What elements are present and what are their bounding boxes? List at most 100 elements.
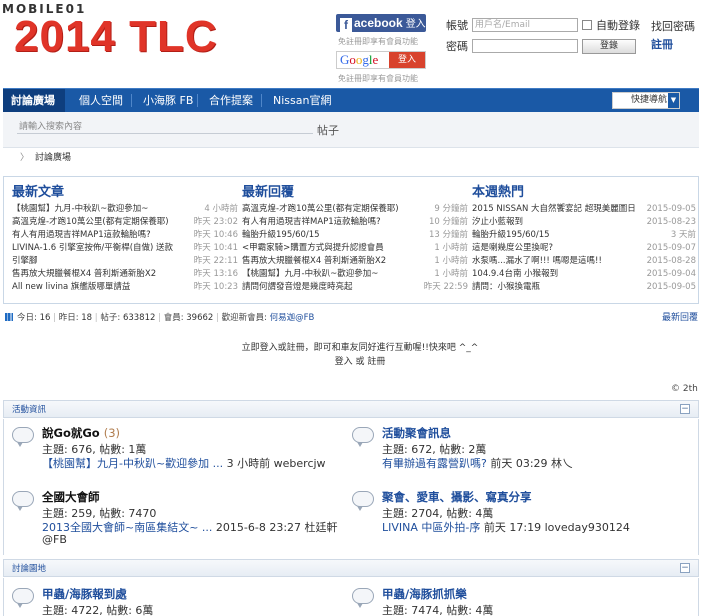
google-login-button[interactable]: Google 登入: [336, 51, 426, 69]
latest-list-item[interactable]: 【桃園幫】九月-中秋趴~歡迎參加~ 1 小時前: [242, 268, 468, 281]
latest-item-title[interactable]: 請問何謂發音燈是幾度時亮起: [242, 281, 353, 294]
breadcrumb-forum[interactable]: 討論廣場: [35, 153, 71, 163]
latest-posts-box: 最新文章 最新回覆 本週熱門 【桃園幫】九月-中秋趴~歡迎參加~ 4 小時前 高溫克…: [3, 176, 699, 304]
forgot-password-link[interactable]: 找回密碼: [651, 18, 695, 34]
latest-item-time: 2015-08-28: [646, 256, 696, 266]
latest-list-item[interactable]: 輪胎升級195/60/15 13 分鐘前: [242, 229, 468, 242]
latest-list-item[interactable]: All new livina 旗艦版哪單請益 昨天 10:23: [12, 281, 238, 294]
latest-item-title[interactable]: 高溫克煌-才跑10萬公里(都有定期保養耶): [12, 216, 169, 229]
latest-articles-title[interactable]: 最新文章: [12, 181, 64, 200]
quick-nav-dropdown[interactable]: 快捷導航 ▼: [612, 92, 680, 109]
latest-item-time: 1 小時前: [434, 243, 468, 253]
facebook-icon: f: [340, 18, 352, 32]
section-header-events[interactable]: 活動資訊 −: [3, 400, 699, 418]
latest-reply-link[interactable]: 最新回覆: [662, 310, 698, 326]
latest-list-item[interactable]: 高溫克煌-才跑10萬公里(都有定期保養耶) 昨天 23:02: [12, 216, 238, 229]
section-header-discussion[interactable]: 討論園地 −: [3, 559, 699, 577]
collapse-icon[interactable]: −: [680, 404, 690, 414]
latest-item-title[interactable]: 汐止小藍報到: [472, 216, 523, 229]
latest-list-item[interactable]: 水泵嗎...漏水了啊!!! 嗎嗯是這嗎!! 2015-08-28: [472, 255, 696, 268]
password-label: 密碼: [446, 40, 468, 53]
latest-list-item[interactable]: 輪胎升級195/60/15 3 天前: [472, 229, 696, 242]
search-scope-select[interactable]: 帖子: [317, 122, 339, 138]
latest-replies-title[interactable]: 最新回覆: [242, 181, 294, 200]
latest-articles-list: 【桃園幫】九月-中秋趴~歡迎參加~ 4 小時前 高溫克煌-才跑10萬公里(都有定期保…: [12, 203, 238, 294]
search-input[interactable]: 請輸入搜索內容: [19, 120, 315, 134]
latest-list-item[interactable]: 有人有用過現吉祥MAP1這款輪胎嗎? 10 分鐘前: [242, 216, 468, 229]
latest-item-title[interactable]: <甲霸家騎>購置方式與提升認證會員: [242, 242, 384, 255]
site-title[interactable]: 2014 TLC: [14, 12, 218, 62]
google-login-label: 登入: [389, 52, 425, 68]
latest-item-title[interactable]: 輪胎升級195/60/15: [242, 229, 320, 242]
online-members-toggle[interactable]: © 2th: [671, 384, 698, 394]
latest-item-title[interactable]: 請問：小猴換電瓶: [472, 281, 540, 294]
latest-list-item[interactable]: 2015 NISSAN 大自然饗宴記 超現美麗圖日 2015-09-05: [472, 203, 696, 216]
login-button[interactable]: 登錄: [582, 38, 636, 54]
password-input[interactable]: [472, 39, 578, 53]
latest-item-title[interactable]: 輪胎升級195/60/15: [472, 229, 550, 242]
latest-item-title[interactable]: 這是喇幾度公里換呢?: [472, 242, 553, 255]
nav-item-cooperation[interactable]: 合作提案: [201, 89, 261, 112]
latest-item-time: 1 小時前: [434, 256, 468, 266]
forum-item[interactable]: 說Go就Go (3) 主題: 676, 帖數: 1萬 【桃園幫】九月-中秋趴~歡…: [12, 425, 342, 485]
latest-list-item[interactable]: 請問：小猴換電瓶 2015-09-05: [472, 281, 696, 294]
latest-item-time: 2015-09-04: [646, 269, 696, 279]
nav-item-fb[interactable]: 小海豚 FB: [135, 89, 201, 112]
nav-item-space[interactable]: 個人空間: [71, 89, 131, 112]
social-login: f acebook 登入 免註冊即享有會員功能 Google 登入 免註冊即享有會員…: [336, 14, 428, 88]
main-nav: 討論廣場 個人空間 小海豚 FB 合作提案 Nissan官網 快捷導航 ▼: [3, 88, 699, 112]
latest-list-item[interactable]: 高溫克煌-才跑10萬公里(都有定期保養耶) 9 分鐘前: [242, 203, 468, 216]
collapse-icon[interactable]: −: [680, 563, 690, 573]
latest-list-item[interactable]: 104.9.4台南 小猴報到 2015-09-04: [472, 268, 696, 281]
latest-item-title[interactable]: 售再放大規臘餐棍X4 普利斯通新胎X2: [242, 255, 386, 268]
latest-list-item[interactable]: LIVINA-1.6 引擎室按佈/平衡桿(自做) 送款 昨天 10:41: [12, 242, 238, 255]
google-note: 免註冊即享有會員功能: [338, 74, 418, 83]
latest-list-item[interactable]: 汐止小藍報到 2015-08-23: [472, 216, 696, 229]
latest-item-title[interactable]: 售再放大規臘餐棍X4 普利斯通新胎X2: [12, 268, 156, 281]
latest-list-item[interactable]: 【桃園幫】九月-中秋趴~歡迎參加~ 4 小時前: [12, 203, 238, 216]
forum-item[interactable]: 聚會、愛車、攝影、寫真分享 主題: 2704, 帖數: 4萬 LIVINA 中區…: [352, 489, 692, 549]
latest-item-title[interactable]: 【桃園幫】九月-中秋趴~歡迎參加~: [12, 203, 148, 216]
account-label: 帳號: [446, 19, 468, 32]
latest-item-title[interactable]: 有人有用過現吉祥MAP1這款輪胎嗎?: [12, 229, 151, 242]
latest-item-title[interactable]: 水泵嗎...漏水了啊!!! 嗎嗯是這嗎!!: [472, 255, 602, 268]
latest-list-item[interactable]: 引擎腳 昨天 22:11: [12, 255, 238, 268]
speech-bubble-icon: [12, 491, 34, 511]
latest-item-title[interactable]: LIVINA-1.6 引擎室按佈/平衡桿(自做) 送款: [12, 242, 173, 255]
latest-item-title[interactable]: 有人有用過現吉祥MAP1這款輪胎嗎?: [242, 216, 381, 229]
nav-item-nissan[interactable]: Nissan官網: [265, 89, 339, 112]
latest-item-time: 2015-08-23: [646, 217, 696, 227]
latest-item-title[interactable]: 【桃園幫】九月-中秋趴~歡迎參加~: [242, 268, 378, 281]
latest-item-time: 9 分鐘前: [434, 204, 468, 214]
forum-item[interactable]: 全國大會師 主題: 259, 帖數: 7470 2013全國大會師~南區集結文~…: [12, 489, 342, 549]
latest-item-title[interactable]: 104.9.4台南 小猴報到: [472, 268, 558, 281]
newest-member-link[interactable]: 何易迦@FB: [270, 313, 315, 323]
weekly-hot-title[interactable]: 本週熱門: [472, 181, 524, 200]
nav-item-forum[interactable]: 討論廣場: [3, 89, 65, 112]
latest-list-item[interactable]: 售再放大規臘餐棍X4 普利斯通新胎X2 1 小時前: [242, 255, 468, 268]
latest-item-title[interactable]: 引擎腳: [12, 255, 38, 268]
latest-list-item[interactable]: 售再放大規臘餐棍X4 普利斯通新胎X2 昨天 13:16: [12, 268, 238, 281]
forum-item[interactable]: 甲蟲/海豚報到處 主題: 4722, 帖數: 6萬: [12, 586, 342, 616]
login-or-register-links[interactable]: 登入 或 註冊: [0, 356, 720, 368]
latest-item-time: 2015-09-07: [646, 243, 696, 253]
account-input[interactable]: 用戶名/Email: [472, 18, 578, 32]
register-link[interactable]: 註冊: [651, 36, 673, 52]
forum-item[interactable]: 活動聚會訊息 主題: 672, 帖數: 2萬 有畢辦過有露營趴嗎? 前天 03:…: [352, 425, 692, 485]
latest-list-item[interactable]: 請問何謂發音燈是幾度時亮起 昨天 22:59: [242, 281, 468, 294]
facebook-note: 免註冊即享有會員功能: [338, 37, 418, 46]
latest-list-item[interactable]: <甲霸家騎>購置方式與提升認證會員 1 小時前: [242, 242, 468, 255]
latest-item-title[interactable]: 高溫克煌-才跑10萬公里(都有定期保養耶): [242, 203, 399, 216]
facebook-login-button[interactable]: f acebook 登入: [336, 14, 426, 32]
speech-bubble-icon: [352, 588, 374, 608]
latest-item-title[interactable]: All new livina 旗艦版哪單請益: [12, 281, 130, 294]
nav-divider: [131, 94, 132, 107]
latest-item-time: 昨天 22:59: [423, 282, 468, 292]
latest-list-item[interactable]: 這是喇幾度公里換呢? 2015-09-07: [472, 242, 696, 255]
remember-checkbox[interactable]: 自動登錄: [582, 17, 640, 33]
latest-list-item[interactable]: 有人有用過現吉祥MAP1這款輪胎嗎? 昨天 10:46: [12, 229, 238, 242]
forum-item[interactable]: 甲蟲/海豚抓抓樂 主題: 7474, 帖數: 4萬: [352, 586, 692, 616]
chevron-down-icon: ▼: [668, 93, 679, 108]
latest-item-time: 昨天 10:23: [193, 282, 238, 292]
latest-item-title[interactable]: 2015 NISSAN 大自然饗宴記 超現美麗圖日: [472, 203, 636, 216]
